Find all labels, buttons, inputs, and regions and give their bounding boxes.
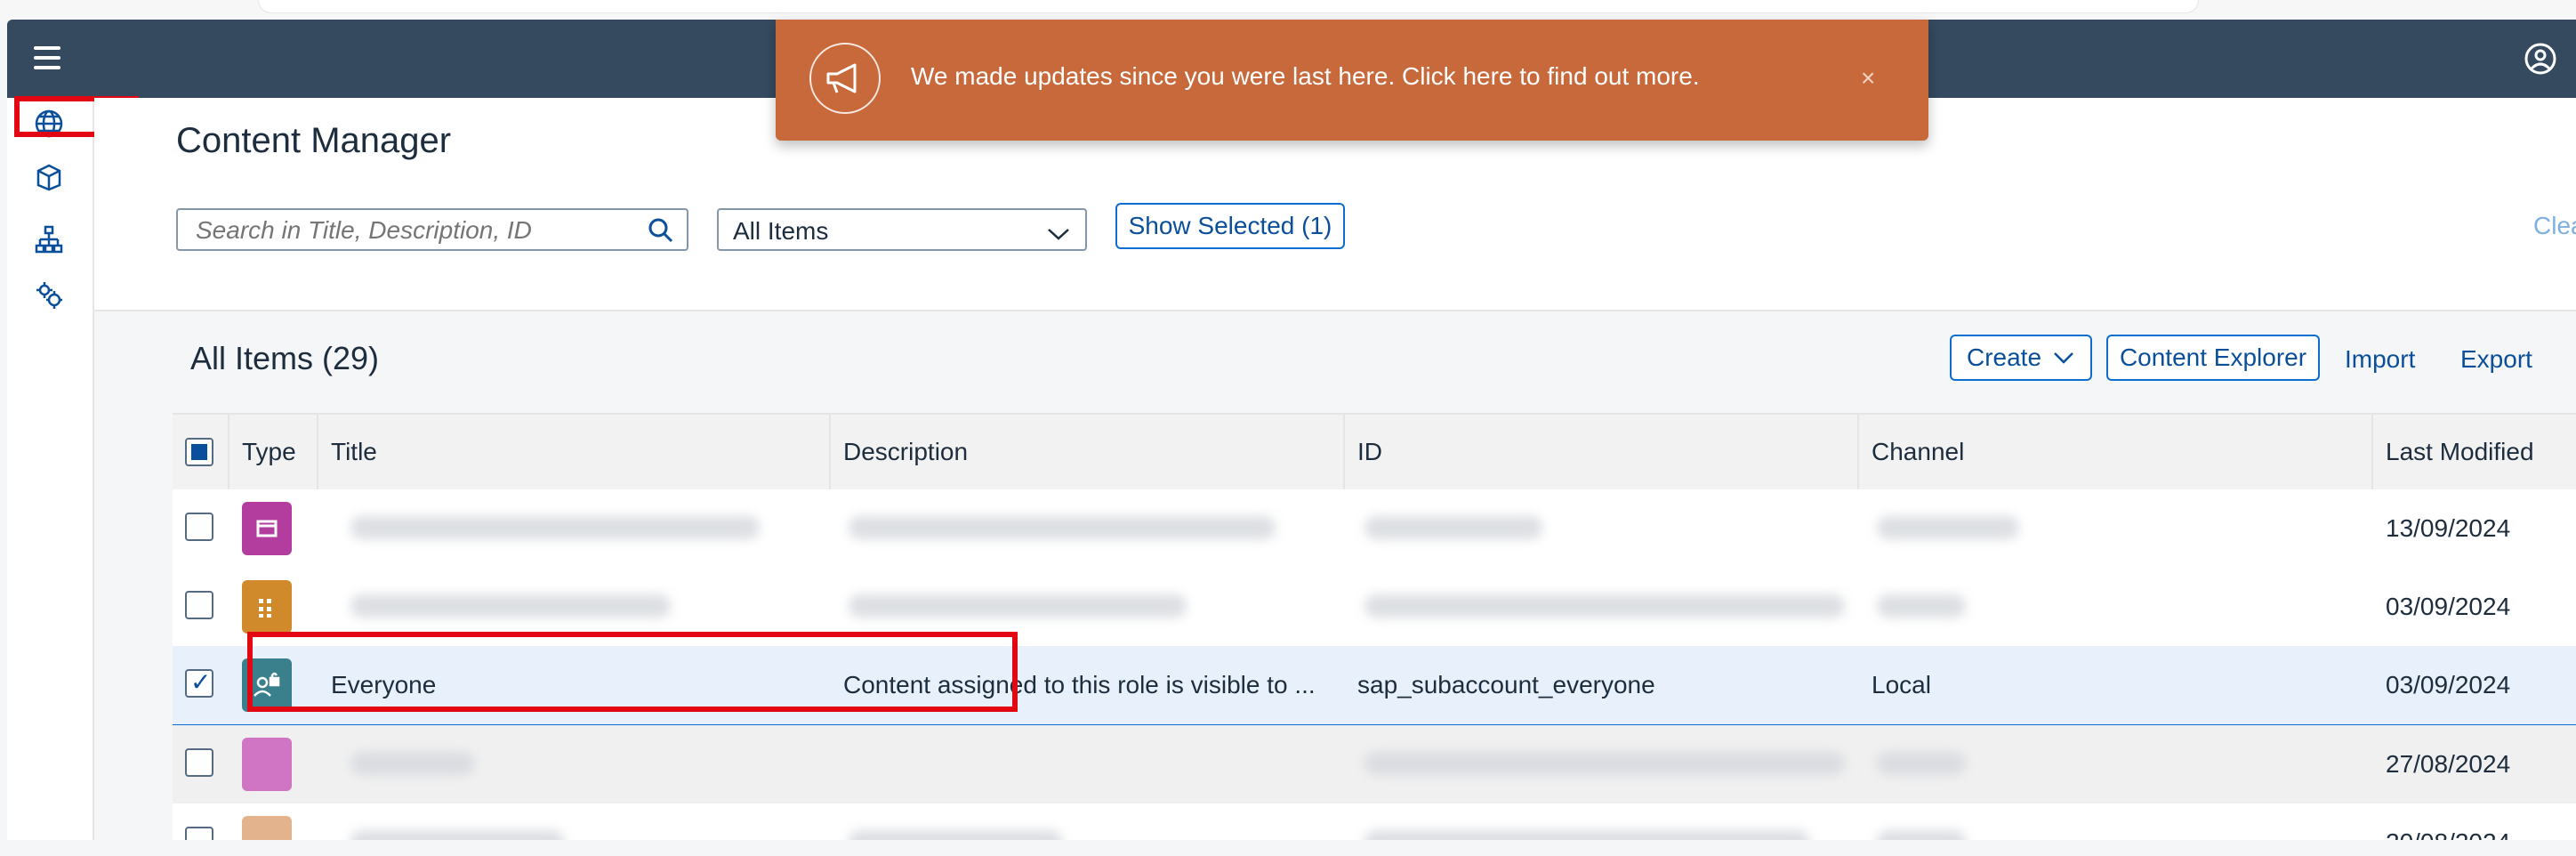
content-box-icon[interactable]	[27, 155, 71, 199]
show-selected-button[interactable]: Show Selected (1)	[1115, 203, 1345, 249]
list-title: All Items (29)	[190, 340, 380, 376]
updates-notification-toast[interactable]: We made updates since you were last here…	[776, 20, 1928, 141]
type-icon	[242, 580, 292, 634]
main-content: Content Manager All Items Show Selected …	[94, 98, 2576, 840]
export-button[interactable]: Export	[2460, 345, 2532, 374]
app-window: Content Manager All Items Show Selected …	[7, 20, 2576, 840]
type-icon	[242, 738, 292, 791]
chevron-down-icon	[2054, 352, 2073, 364]
table-row[interactable]: 13/09/2024	[173, 489, 2576, 569]
select-all-checkbox[interactable]	[185, 438, 213, 466]
items-list-area: All Items (29) Create Content Explorer I…	[94, 311, 2576, 840]
type-icon	[242, 816, 292, 840]
row-checkbox[interactable]	[185, 513, 213, 541]
hamburger-menu-icon[interactable]	[28, 41, 68, 77]
create-button[interactable]: Create	[1950, 335, 2092, 381]
search-field[interactable]	[176, 208, 688, 251]
browser-address-area	[258, 0, 2199, 13]
megaphone-icon	[809, 43, 881, 114]
id-cell: sap_subaccount_everyone	[1357, 671, 1655, 699]
chevron-down-icon	[1046, 221, 1071, 249]
column-header-last-modified[interactable]: Last Modified	[2386, 438, 2534, 466]
browser-top-strip	[0, 0, 2576, 20]
last-modified-cell: 13/09/2024	[2386, 514, 2511, 542]
row-checkbox-checked[interactable]	[185, 667, 213, 698]
column-header-title[interactable]: Title	[331, 438, 377, 466]
type-icon	[242, 502, 292, 555]
clear-link[interactable]: Clea	[2533, 212, 2576, 240]
toast-message[interactable]: We made updates since you were last here…	[911, 62, 1700, 91]
table-row[interactable]: 20/08/2024	[173, 804, 2576, 840]
import-button[interactable]: Import	[2345, 345, 2415, 374]
user-avatar-icon[interactable]	[2523, 41, 2558, 77]
create-button-label: Create	[1966, 343, 2042, 371]
side-navigation	[7, 98, 94, 840]
last-modified-cell: 03/09/2024	[2386, 671, 2511, 699]
close-icon[interactable]: ×	[1861, 64, 1875, 93]
row-checkbox[interactable]	[185, 591, 213, 619]
row-checkbox[interactable]	[185, 827, 213, 840]
column-header-description[interactable]: Description	[843, 438, 968, 466]
item-filter-value: All Items	[733, 217, 829, 245]
settings-gears-icon[interactable]	[27, 272, 71, 317]
column-header-channel[interactable]: Channel	[1872, 438, 1964, 466]
row-checkbox[interactable]	[185, 748, 213, 777]
column-header-type[interactable]: Type	[242, 438, 296, 466]
item-filter-select[interactable]: All Items	[717, 208, 1087, 251]
annotation-highlight-row	[247, 632, 1018, 712]
search-icon[interactable]	[648, 217, 674, 248]
column-header-id[interactable]: ID	[1357, 438, 1382, 466]
last-modified-cell: 27/08/2024	[2386, 750, 2511, 778]
channel-cell: Local	[1872, 671, 1931, 699]
table-header: Type Title Description ID Channel Last M…	[173, 413, 2576, 491]
last-modified-cell: 03/09/2024	[2386, 593, 2511, 620]
items-table: Type Title Description ID Channel Last M…	[173, 413, 2576, 840]
search-input[interactable]	[194, 215, 633, 246]
table-row[interactable]: 27/08/2024	[173, 725, 2576, 805]
last-modified-cell: 20/08/2024	[2386, 828, 2510, 840]
page-title: Content Manager	[176, 121, 452, 160]
content-explorer-button[interactable]: Content Explorer	[2106, 335, 2320, 381]
hierarchy-icon[interactable]	[27, 217, 71, 262]
